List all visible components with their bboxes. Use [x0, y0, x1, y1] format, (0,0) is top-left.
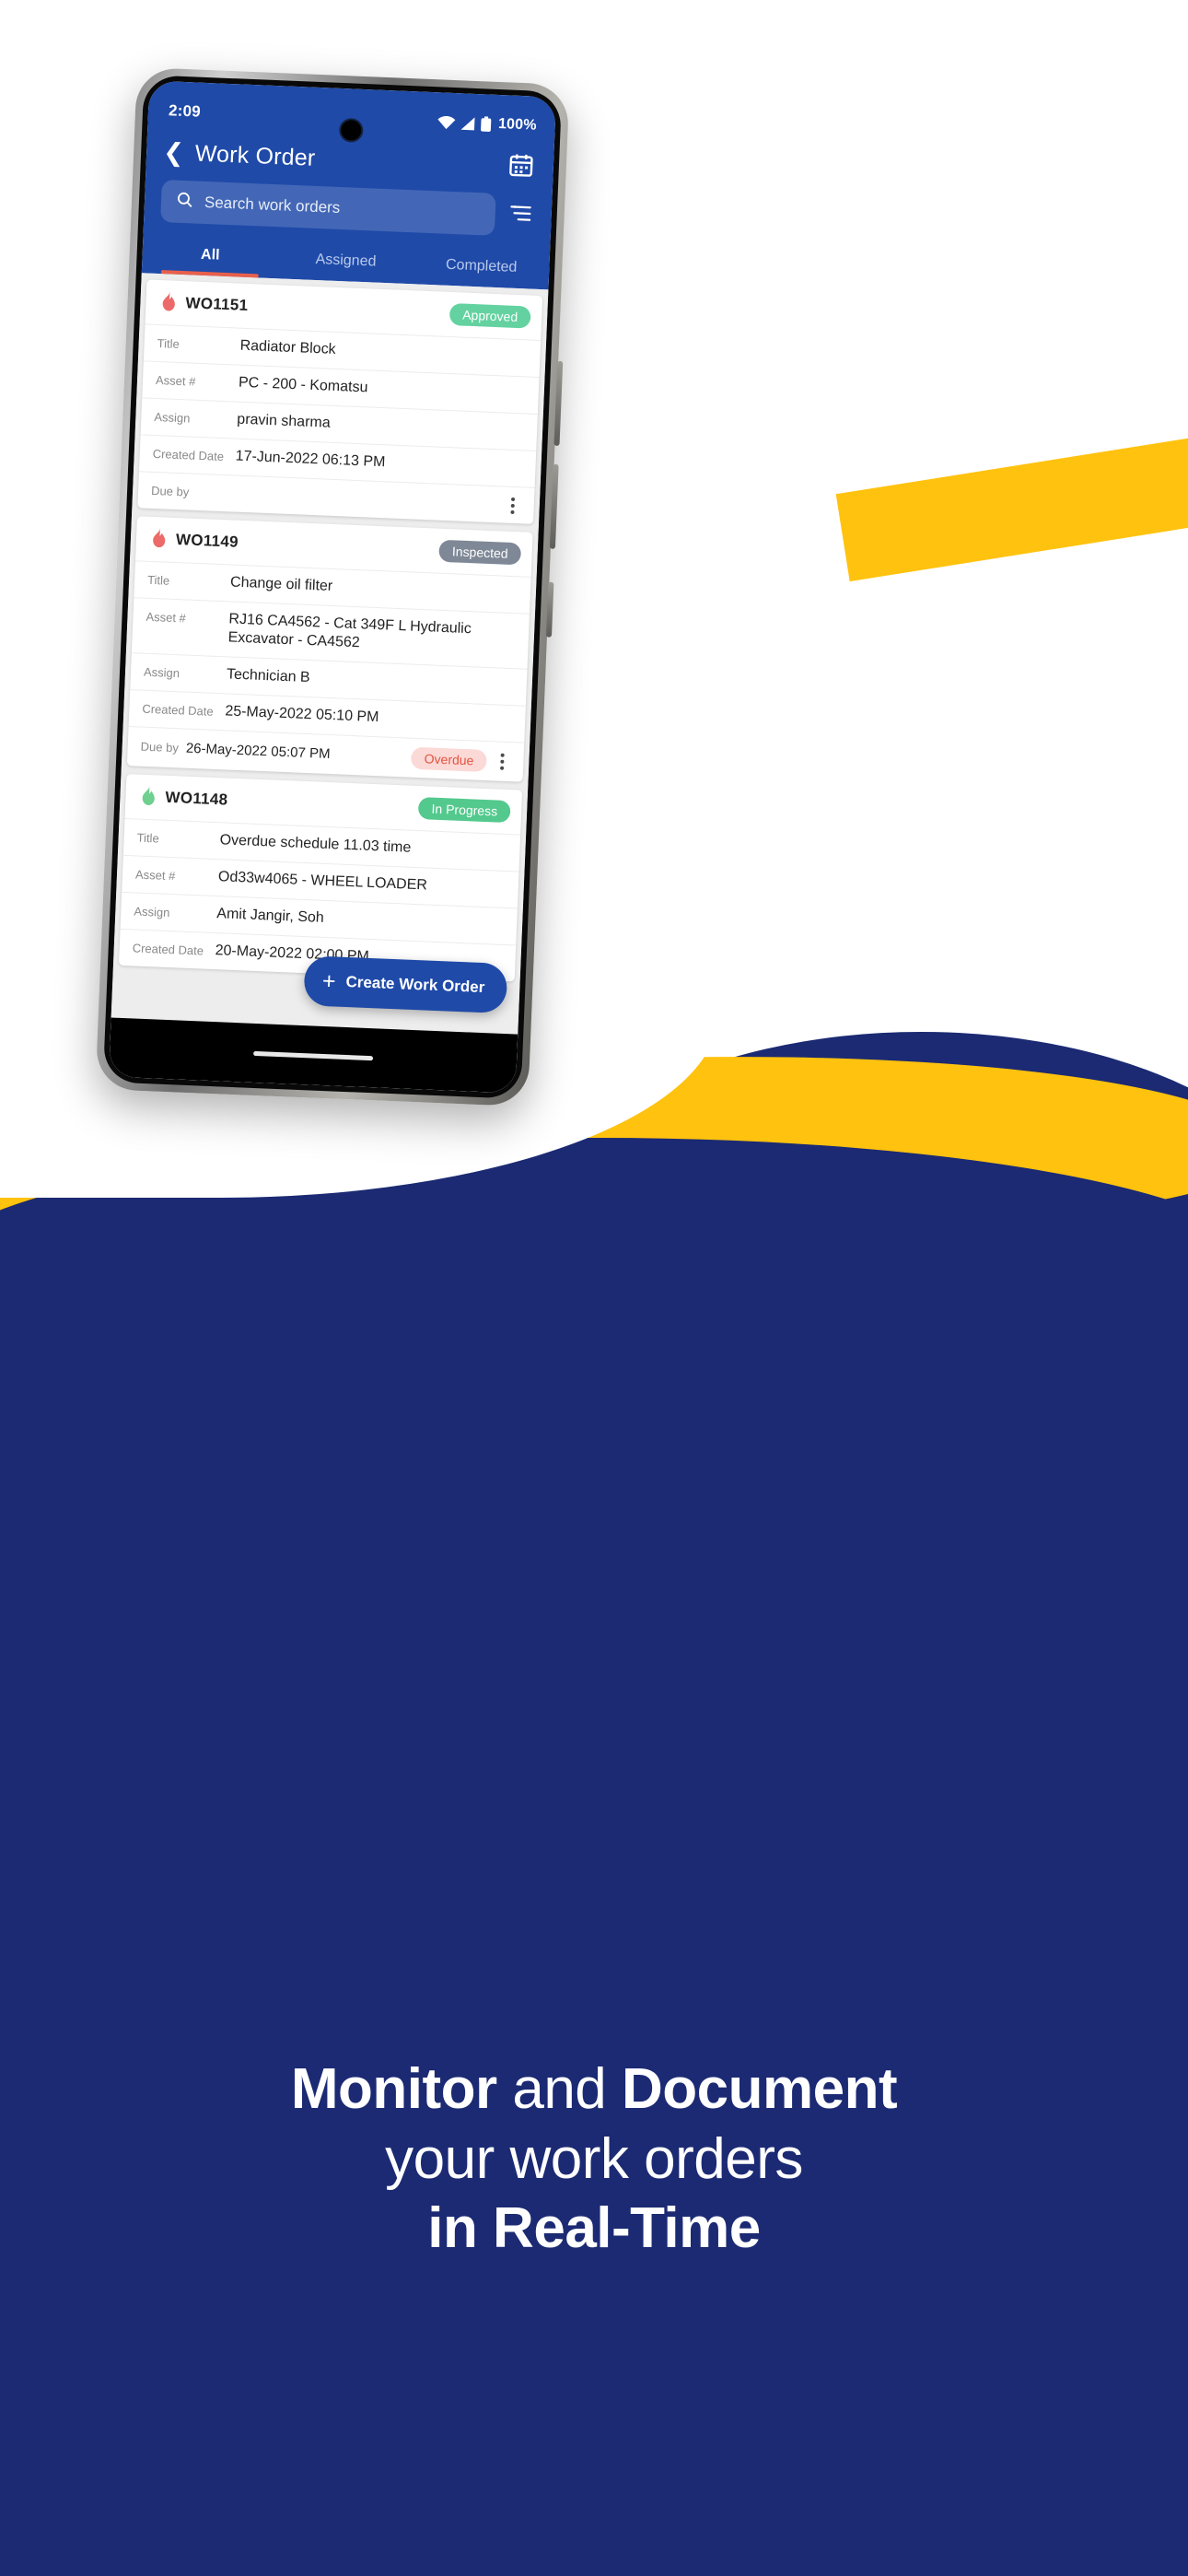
flame-icon: [148, 526, 168, 553]
row-label-title: Title: [146, 572, 170, 588]
row-label-asset: Asset #: [155, 372, 196, 389]
row-value-asset: Od33w4065 - WHEEL LOADER: [217, 869, 428, 894]
chevron-left-icon[interactable]: ❮: [163, 138, 185, 167]
work-order-card[interactable]: WO1149 Inspected Title Change oil filter…: [126, 516, 533, 782]
status-badge: Approved: [448, 302, 531, 329]
status-badge: In Progress: [418, 796, 511, 824]
overdue-badge: Overdue: [411, 746, 487, 772]
filter-icon[interactable]: [507, 200, 533, 230]
tab-assigned-label: Assigned: [315, 251, 377, 270]
row-value-title: Radiator Block: [239, 337, 336, 357]
status-bar-indicators: 100%: [437, 113, 537, 134]
calendar-icon[interactable]: [507, 150, 535, 183]
work-order-card[interactable]: WO1151 Approved Title Radiator Block Ass…: [137, 279, 543, 524]
caption-bold-document: Document: [622, 2057, 898, 2121]
card-header-left: WO1151: [158, 289, 249, 319]
work-order-id: WO1148: [165, 788, 228, 809]
caption-and: and: [496, 2057, 623, 2121]
search-icon: [176, 191, 194, 214]
caption-bold-monitor: Monitor: [290, 2057, 497, 2121]
work-order-id: WO1149: [175, 530, 239, 551]
row-label-dueby: Due by: [140, 740, 180, 755]
row-label-title: Title: [136, 830, 160, 846]
row-label-created: Created Date: [152, 446, 225, 464]
row-value-dueby: 26-May-2022 05:07 PM: [185, 741, 331, 763]
battery-percent-label: 100%: [497, 115, 538, 134]
work-order-id: WO1151: [185, 294, 249, 314]
status-bar-time: 2:09: [168, 101, 202, 121]
caption-line-1: Monitor and Document: [0, 2055, 1188, 2125]
row-value-title: Change oil filter: [229, 574, 333, 595]
row-value-asset: PC - 200 - Komatsu: [238, 374, 368, 396]
dueby-group: Due by: [151, 484, 497, 511]
kebab-menu-icon[interactable]: [492, 753, 513, 770]
phone-mockup: 2:09 100% ❮ Work Order Search work order…: [95, 66, 570, 1107]
nav-bar-left: ❮ Work Order: [163, 138, 316, 172]
yellow-ribbon-accent: [835, 433, 1188, 582]
tab-assigned[interactable]: Assigned: [277, 240, 414, 284]
tab-completed-label: Completed: [445, 256, 518, 275]
navy-banner-area: [0, 1138, 1188, 2576]
phone-screen: 2:09 100% ❮ Work Order Search work order…: [109, 80, 556, 1094]
caption-line-3: in Real-Time: [427, 2196, 761, 2261]
status-badge: Inspected: [438, 539, 522, 566]
kebab-menu-icon[interactable]: [502, 497, 523, 514]
row-value-title: Overdue schedule 11.03 time: [219, 832, 412, 856]
row-label-created: Created Date: [132, 941, 204, 958]
page-title: Work Order: [194, 140, 316, 171]
row-value-created: 25-May-2022 05:10 PM: [225, 703, 379, 726]
row-value-assign: Technician B: [226, 666, 311, 686]
card-header-left: WO1148: [138, 783, 228, 814]
home-indicator[interactable]: [253, 1050, 374, 1060]
row-label-assign: Assign: [154, 409, 191, 426]
wifi-icon: [437, 115, 457, 130]
search-input[interactable]: Search work orders: [160, 180, 496, 236]
caption-line-2: your work orders: [385, 2126, 803, 2191]
dueby-group: Due by 26-May-2022 05:07 PM: [140, 739, 412, 766]
row-label-created: Created Date: [142, 701, 214, 719]
create-work-order-label: Create Work Order: [345, 972, 485, 997]
row-value-assign: Amit Jangir, Soh: [216, 906, 325, 926]
row-value-created: 17-Jun-2022 06:13 PM: [235, 448, 386, 471]
app-header: 2:09 100% ❮ Work Order Search work order…: [141, 80, 556, 290]
work-order-card[interactable]: WO1148 In Progress Title Overdue schedul…: [118, 773, 523, 982]
row-value-assign: pravin sharma: [237, 411, 332, 431]
flame-icon: [138, 783, 157, 811]
flame-icon: [158, 289, 178, 316]
tab-all-label: All: [200, 246, 220, 263]
row-label-assign: Assign: [143, 664, 181, 681]
row-label-asset: Asset #: [146, 609, 187, 626]
marketing-caption: Monitor and Document your work orders in…: [0, 2055, 1188, 2264]
battery-icon: [481, 115, 493, 132]
card-header-left: WO1149: [148, 526, 239, 556]
search-placeholder-text: Search work orders: [204, 193, 341, 217]
plus-icon: +: [321, 967, 337, 994]
row-label-dueby: Due by: [150, 483, 190, 499]
row-label-title: Title: [157, 335, 181, 351]
row-value-asset: RJ16 CA4562 - Cat 349F L Hydraulic Excav…: [227, 611, 472, 651]
row-label-assign: Assign: [134, 904, 170, 919]
tab-completed[interactable]: Completed: [413, 245, 550, 289]
row-label-asset: Asset #: [134, 867, 176, 884]
create-work-order-button[interactable]: + Create Work Order: [302, 955, 508, 1014]
signal-icon: [460, 116, 477, 131]
tab-all[interactable]: All: [142, 234, 279, 278]
